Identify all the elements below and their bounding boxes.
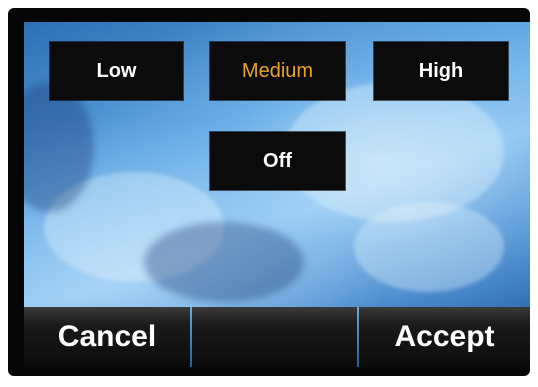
low-button[interactable]: Low — [50, 42, 183, 100]
device: Low Medium High Off Cancel Accept — [0, 0, 538, 387]
touch-screen: Low Medium High Off Cancel Accept — [24, 22, 530, 367]
high-label: High — [418, 59, 464, 82]
medium-label: Medium — [241, 59, 314, 82]
cancel-label: Cancel — [57, 320, 157, 353]
wallpaper-highlight — [354, 202, 504, 292]
off-button[interactable]: Off — [210, 132, 345, 190]
softkey-bar: Cancel Accept — [24, 307, 530, 367]
accept-button[interactable]: Accept — [359, 307, 530, 367]
high-button[interactable]: High — [374, 42, 508, 100]
middle-softkey[interactable] — [192, 307, 357, 367]
low-label: Low — [96, 59, 137, 82]
medium-button[interactable]: Medium — [210, 42, 345, 100]
accept-label: Accept — [394, 320, 495, 353]
wallpaper-shadow — [144, 222, 304, 302]
off-label: Off — [263, 149, 292, 172]
cancel-button[interactable]: Cancel — [24, 307, 190, 367]
